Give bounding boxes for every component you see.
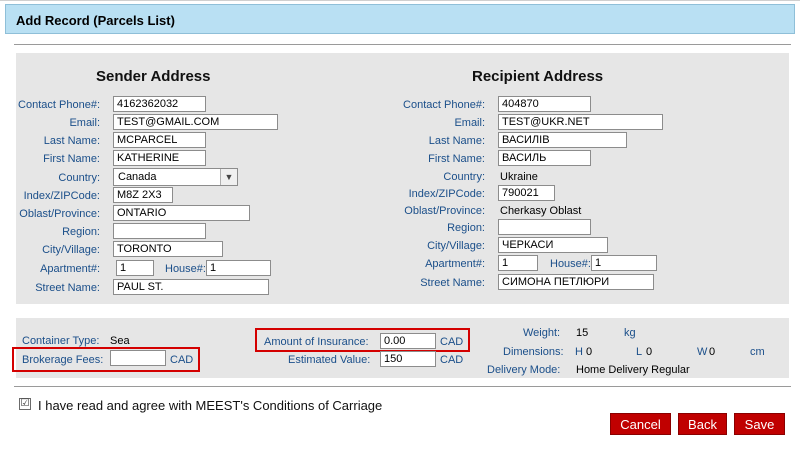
agree-text: I have read and agree with MEEST's Condi… (38, 398, 383, 413)
recipient-first-name-label: First Name: (428, 153, 485, 165)
dimension-h-label: H (575, 346, 583, 358)
sender-zip-label: Index/ZIPCode: (23, 190, 100, 202)
insurance-label: Amount of Insurance: (264, 336, 369, 348)
page-title: Add Record (Parcels List) (16, 13, 175, 28)
recipient-apartment-label: Apartment#: (425, 258, 485, 270)
recipient-region-label: Region: (447, 222, 485, 234)
recipient-city-input[interactable]: ЧЕРКАСИ (498, 237, 608, 253)
recipient-street-input[interactable]: СИМОНА ПЕТЛЮРИ (498, 274, 654, 290)
sender-region-input[interactable] (113, 223, 206, 239)
recipient-email-input[interactable]: TEST@UKR.NET (498, 114, 663, 130)
container-type-label: Container Type: (22, 335, 100, 347)
sender-oblast-input[interactable]: ONTARIO (113, 205, 250, 221)
sender-last-name-input[interactable]: MCPARCEL (113, 132, 206, 148)
sender-country-value: Canada (118, 171, 157, 183)
sender-first-name-label: First Name: (43, 153, 100, 165)
divider (14, 386, 791, 387)
sender-country-label: Country: (58, 172, 100, 184)
weight-label: Weight: (523, 327, 561, 339)
dimension-h-value: 0 (586, 346, 593, 358)
sender-city-label: City/Village: (42, 244, 100, 256)
sender-house-input[interactable]: 1 (206, 260, 271, 276)
cancel-button[interactable]: Cancel (610, 413, 671, 435)
weight-value: 15 (576, 327, 589, 339)
estimated-value-unit: CAD (440, 354, 464, 366)
insurance-input[interactable]: 0.00 (380, 333, 436, 349)
dimension-unit: cm (750, 346, 765, 358)
sender-house-label: House#: (165, 263, 206, 275)
recipient-city-label: City/Village: (427, 240, 485, 252)
title-bar: Add Record (Parcels List) (5, 4, 795, 34)
sender-apartment-label: Apartment#: (40, 263, 100, 275)
recipient-house-input[interactable]: 1 (591, 255, 657, 271)
recipient-heading: Recipient Address (472, 68, 604, 85)
sender-heading: Sender Address (96, 68, 211, 85)
save-button[interactable]: Save (734, 413, 785, 435)
sender-city-input[interactable]: TORONTO (113, 241, 223, 257)
recipient-country-value: Ukraine (500, 171, 538, 183)
sender-email-label: Email: (69, 117, 100, 129)
recipient-zip-label: Index/ZIPCode: (408, 188, 485, 200)
insurance-unit: CAD (440, 336, 464, 348)
recipient-apartment-input[interactable]: 1 (498, 255, 538, 271)
agree-checkbox[interactable]: ☑ (19, 398, 31, 410)
sender-last-name-label: Last Name: (43, 135, 100, 147)
recipient-first-name-input[interactable]: ВАСИЛЬ (498, 150, 591, 166)
dimension-l-label: L (636, 346, 643, 358)
sender-first-name-input[interactable]: KATHERINE (113, 150, 206, 166)
brokerage-fees-input[interactable] (110, 350, 166, 366)
recipient-phone-input[interactable]: 404870 (498, 96, 591, 112)
divider (14, 44, 791, 45)
sender-zip-input[interactable]: M8Z 2X3 (113, 187, 173, 203)
sender-oblast-label: Oblast/Province: (19, 208, 100, 220)
sender-street-input[interactable]: PAUL ST. (113, 279, 269, 295)
estimated-value-input[interactable]: 150 (380, 351, 436, 367)
sender-country-select[interactable]: Canada ▼ (113, 168, 238, 186)
recipient-house-label: House#: (550, 258, 591, 270)
recipient-phone-label: Contact Phone#: (403, 99, 485, 111)
weight-unit: kg (624, 327, 636, 339)
brokerage-unit: CAD (170, 354, 194, 366)
sender-region-label: Region: (62, 226, 100, 238)
recipient-email-label: Email: (454, 117, 485, 129)
dimension-l-value: 0 (646, 346, 653, 358)
recipient-region-input[interactable] (498, 219, 591, 235)
back-button[interactable]: Back (678, 413, 727, 435)
dimensions-label: Dimensions: (503, 346, 564, 358)
sender-phone-label: Contact Phone#: (18, 99, 100, 111)
sender-phone-input[interactable]: 4162362032 (113, 96, 206, 112)
estimated-value-label: Estimated Value: (288, 354, 371, 366)
recipient-street-label: Street Name: (420, 277, 485, 289)
dimension-w-value: 0 (709, 346, 716, 358)
recipient-oblast-label: Oblast/Province: (404, 205, 485, 217)
dimension-w-label: W (697, 346, 708, 358)
recipient-last-name-input[interactable]: ВАСИЛІВ (498, 132, 627, 148)
delivery-mode-value: Home Delivery Regular (576, 364, 690, 376)
recipient-last-name-label: Last Name: (428, 135, 485, 147)
delivery-mode-label: Delivery Mode: (487, 364, 561, 376)
brokerage-fees-label: Brokerage Fees: (22, 354, 104, 366)
sender-email-input[interactable]: TEST@GMAIL.COM (113, 114, 278, 130)
chevron-down-icon[interactable]: ▼ (220, 169, 237, 185)
sender-apartment-input[interactable]: 1 (116, 260, 154, 276)
sender-street-label: Street Name: (35, 282, 100, 294)
recipient-country-label: Country: (443, 171, 485, 183)
container-type-value: Sea (110, 335, 130, 347)
recipient-oblast-value: Cherkasy Oblast (500, 205, 582, 217)
recipient-zip-input[interactable]: 790021 (498, 185, 555, 201)
